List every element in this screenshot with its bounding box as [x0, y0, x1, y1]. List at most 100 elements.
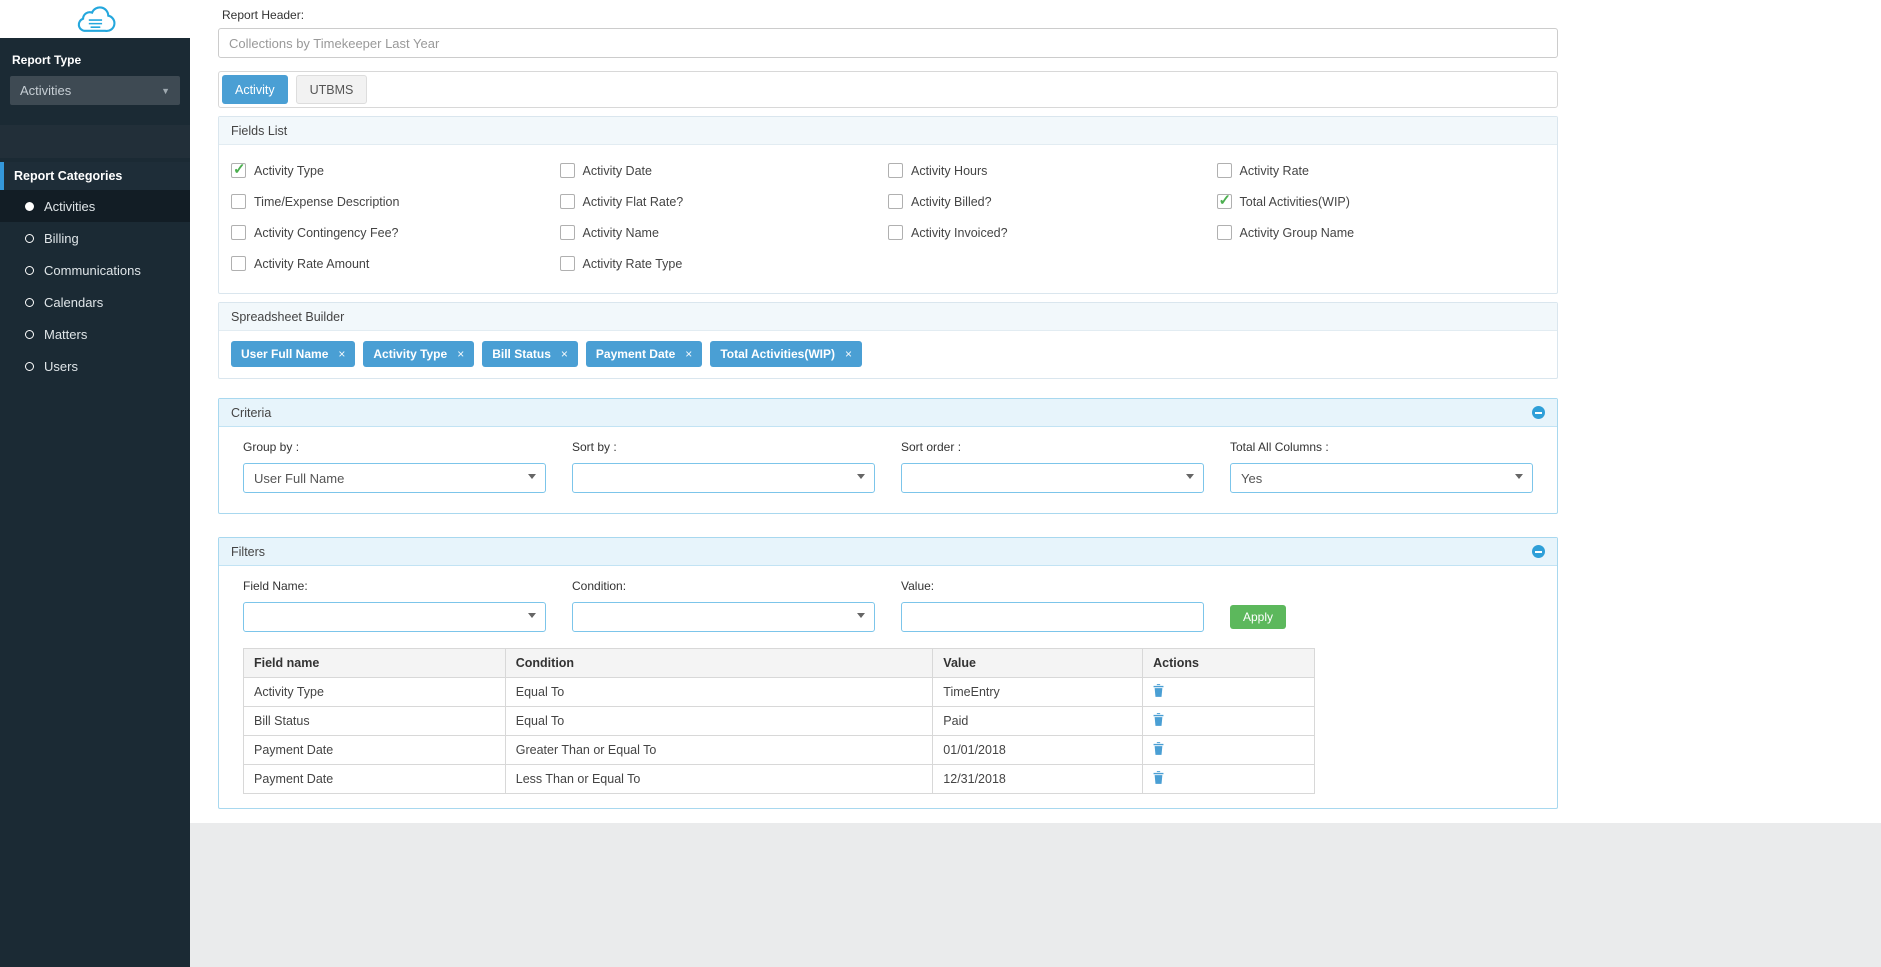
delete-filter-button[interactable] — [1153, 713, 1164, 726]
collapse-minus-icon[interactable] — [1532, 406, 1545, 419]
field-option: Activity Flat Rate? — [559, 186, 889, 217]
checkbox[interactable] — [559, 194, 575, 209]
checkbox[interactable] — [1216, 191, 1232, 209]
spreadsheet-builder-panel: Spreadsheet Builder User Full Name × Activ… — [218, 302, 1558, 379]
delete-filter-button[interactable] — [1153, 684, 1164, 697]
sidebar-item-label: Calendars — [44, 294, 104, 310]
condition-select[interactable] — [572, 602, 875, 632]
sidebar-item-billing[interactable]: Billing — [0, 222, 190, 254]
field-name-select[interactable] — [243, 602, 546, 632]
criteria-select[interactable]: Yes — [1230, 463, 1533, 493]
column-tag[interactable]: Payment Date × — [585, 341, 703, 367]
checkbox[interactable] — [888, 163, 903, 178]
checkbox[interactable] — [231, 160, 246, 178]
report-header-input[interactable] — [218, 28, 1558, 58]
checkbox[interactable] — [1216, 163, 1232, 178]
filter-condition-cell: Less Than or Equal To — [504, 764, 934, 794]
delete-filter-button[interactable] — [1153, 742, 1164, 755]
criteria-field-label: Total All Columns : — [1230, 440, 1329, 454]
tab-activity[interactable]: Activity — [222, 75, 288, 104]
field-option-label: Activity Rate — [1239, 163, 1309, 178]
caret-down-icon: ▼ — [161, 85, 170, 96]
filters-table-header: Actions — [1142, 648, 1315, 678]
column-tag[interactable]: Activity Type × — [363, 341, 475, 367]
checkbox[interactable] — [231, 194, 246, 209]
checkbox[interactable] — [231, 256, 246, 271]
page-background — [190, 823, 1881, 967]
remove-tag-icon[interactable]: × — [685, 347, 692, 361]
collapse-minus-icon[interactable] — [1532, 545, 1545, 558]
main-content: Report Header: Activity UTBMS Fields Lis… — [190, 0, 1881, 823]
sidebar-item-communications[interactable]: Communications — [0, 254, 190, 286]
filter-row: Payment Date Less Than or Equal To 12/31/2… — [243, 764, 1315, 794]
sidebar-item-label: Communications — [44, 262, 141, 278]
field-option: Activity Type — [231, 155, 560, 186]
remove-tag-icon[interactable]: × — [338, 347, 345, 361]
fields-list-title: Fields List — [219, 117, 1557, 145]
field-option-label: Time/Expense Description — [254, 194, 400, 209]
remove-tag-icon[interactable]: × — [457, 347, 464, 361]
caret-down-icon — [528, 474, 536, 479]
field-option: Activity Billed? — [888, 186, 1217, 217]
circle-bullet-icon — [25, 201, 34, 211]
column-tag-label: Payment Date — [595, 347, 676, 361]
delete-filter-button[interactable] — [1153, 771, 1164, 784]
criteria-panel: Criteria Group by : User Full Name Sort by… — [218, 398, 1558, 514]
apply-button[interactable]: Apply — [1230, 605, 1287, 629]
criteria-field-label: Group by : — [243, 440, 300, 454]
remove-tag-icon[interactable]: × — [561, 347, 568, 361]
criteria-select[interactable] — [901, 463, 1204, 493]
value-input[interactable] — [901, 602, 1204, 632]
caret-down-icon — [528, 613, 536, 618]
criteria-select[interactable]: User Full Name — [243, 463, 546, 493]
field-option-label: Activity Flat Rate? — [582, 194, 684, 209]
column-tag[interactable]: Total Activities(WIP) × — [710, 341, 863, 367]
criteria-select[interactable] — [572, 463, 875, 493]
filter-row: Payment Date Greater Than or Equal To 01/0… — [243, 735, 1315, 765]
checkbox[interactable] — [888, 194, 903, 209]
checkbox[interactable] — [231, 225, 246, 240]
sidebar-item-users[interactable]: Users — [0, 350, 190, 382]
remove-tag-icon[interactable]: × — [845, 347, 852, 361]
field-option-label: Activity Type — [254, 163, 324, 178]
cloud-printer-logo-icon — [72, 1, 118, 38]
criteria-select-value: Yes — [1241, 470, 1263, 486]
fields-list-panel: Fields List Activity Type Time/Expense De… — [218, 116, 1558, 294]
field-option: Activity Hours — [888, 155, 1217, 186]
report-type-select[interactable]: Activities ▼ — [10, 76, 180, 105]
circle-bullet-icon — [25, 361, 34, 371]
circle-bullet-icon — [25, 329, 34, 339]
column-tag[interactable]: Bill Status × — [482, 341, 578, 367]
tab-utbms[interactable]: UTBMS — [295, 75, 368, 104]
field-option: Activity Contingency Fee? — [231, 217, 560, 248]
filter-value-cell: 12/31/2018 — [932, 764, 1144, 794]
sidebar-item-calendars[interactable]: Calendars — [0, 286, 190, 318]
fields-column: Activity Rate Total Activities(WIP) Activi… — [1216, 155, 1546, 279]
column-tag-label: Total Activities(WIP) — [720, 347, 835, 361]
checkbox[interactable] — [1216, 225, 1232, 240]
checkbox[interactable] — [888, 225, 903, 240]
filter-field-cell: Payment Date — [243, 764, 506, 794]
filters-table-header: Field name — [243, 648, 506, 678]
filters-table-body: Activity Type Equal To TimeEntry Bill Statu… — [243, 677, 1315, 794]
criteria-header: Criteria — [219, 399, 1557, 427]
column-tag[interactable]: User Full Name × — [231, 341, 356, 367]
sidebar: Report Type Activities ▼ Report Categori… — [0, 0, 190, 967]
sidebar-item-matters[interactable]: Matters — [0, 318, 190, 350]
checkbox[interactable] — [559, 256, 575, 271]
field-option: Activity Name — [559, 217, 889, 248]
field-option: Total Activities(WIP) — [1216, 186, 1546, 217]
caret-down-icon — [1515, 474, 1523, 479]
field-option-label: Activity Billed? — [911, 194, 992, 209]
filter-field-cell: Activity Type — [243, 677, 506, 707]
field-option: Activity Group Name — [1216, 217, 1546, 248]
field-option-label: Activity Hours — [911, 163, 988, 178]
spreadsheet-tags: User Full Name × Activity Type × Bill Status… — [219, 331, 1557, 378]
checkbox[interactable] — [559, 225, 575, 240]
circle-bullet-icon — [25, 265, 34, 275]
checkbox[interactable] — [559, 163, 575, 178]
filter-field-cell: Payment Date — [243, 735, 506, 765]
field-option: Time/Expense Description — [231, 186, 560, 217]
filter-value-cell: TimeEntry — [932, 677, 1144, 707]
sidebar-item-activities[interactable]: Activities — [0, 190, 190, 222]
